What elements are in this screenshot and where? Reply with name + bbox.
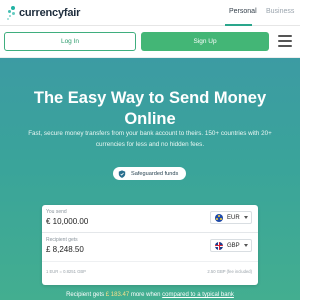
shield-icon xyxy=(118,169,126,178)
recipient-amount-input[interactable]: £ 8,248.50 xyxy=(46,245,84,254)
login-button[interactable]: Log In xyxy=(4,32,136,51)
auth-bar: Log In Sign Up xyxy=(0,26,300,58)
eu-flag-icon xyxy=(215,213,223,222)
top-navigation-bar: currencyfair Personal Business xyxy=(0,0,300,26)
tab-personal[interactable]: Personal xyxy=(229,8,257,15)
send-currency-select[interactable]: EUR xyxy=(210,211,252,224)
safeguarded-funds-badge[interactable]: Safeguarded funds xyxy=(113,167,186,180)
recipient-amount-field[interactable]: Recipient gets £ 8,248.50 GBP xyxy=(42,233,258,259)
recipient-currency-code: GBP xyxy=(227,242,240,249)
recipient-savings-note: Recipient gets £ 183.47 more when compar… xyxy=(30,292,270,298)
logo-mark-icon xyxy=(7,6,17,20)
send-label: You send xyxy=(46,209,67,215)
logo-text: currencyfair xyxy=(19,7,81,19)
chevron-down-icon xyxy=(244,216,248,219)
tab-business[interactable]: Business xyxy=(266,8,294,15)
savings-amount: £ 183.47 xyxy=(105,292,130,298)
currencyfair-logo[interactable]: currencyfair xyxy=(7,6,80,20)
hero-subtitle: Fast, secure money transfers from your b… xyxy=(28,130,272,148)
recipient-currency-select[interactable]: GBP xyxy=(210,239,252,252)
hero-title: The Easy Way to Send Money Online xyxy=(33,89,267,128)
savings-middle: more when xyxy=(129,292,163,298)
rate-row: 1 EUR = 0.8251 GBP 2.50 GBP (fee include… xyxy=(42,261,258,285)
uk-flag-icon xyxy=(215,241,223,250)
hero-section: The Easy Way to Send Money Online Fast, … xyxy=(0,58,300,300)
exchange-rate: 1 EUR = 0.8251 GBP xyxy=(46,269,86,274)
send-amount-field[interactable]: You send € 10,000.00 EUR xyxy=(42,205,258,231)
currency-converter-card: You send € 10,000.00 EUR Recipient gets … xyxy=(42,205,258,285)
savings-prefix: Recipient gets xyxy=(66,292,106,298)
chevron-down-icon xyxy=(244,244,248,247)
badge-label: Safeguarded funds xyxy=(131,170,179,177)
compare-bank-link[interactable]: compared to a typical bank xyxy=(162,292,234,298)
send-currency-code: EUR xyxy=(227,214,240,221)
signup-button[interactable]: Sign Up xyxy=(141,32,269,51)
send-amount-input[interactable]: € 10,000.00 xyxy=(46,217,88,226)
menu-icon[interactable] xyxy=(278,35,292,47)
transfer-fee: 2.50 GBP (fee included) xyxy=(207,269,252,274)
recipient-label: Recipient gets xyxy=(46,237,78,243)
